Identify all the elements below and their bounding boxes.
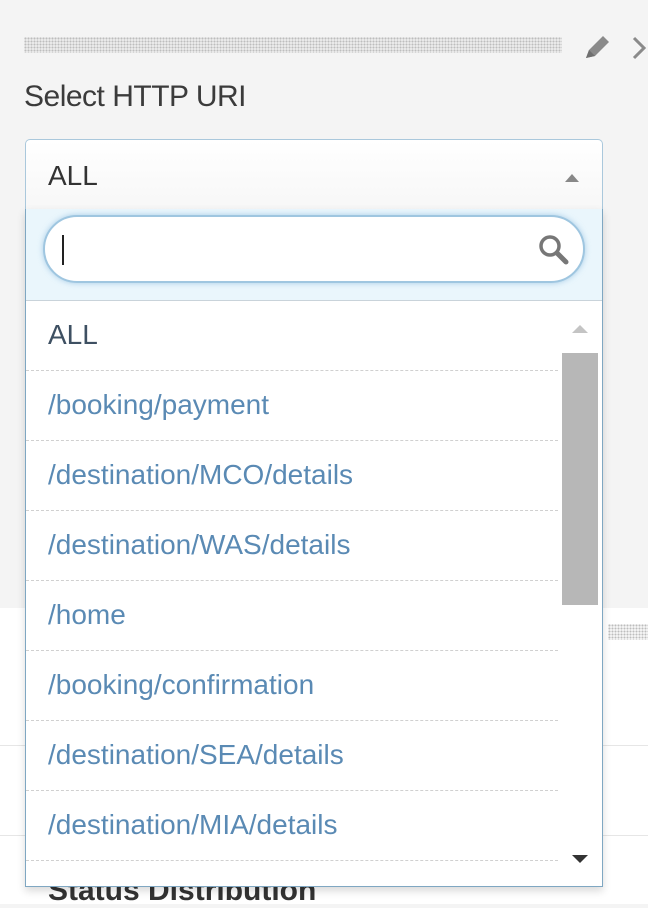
option-destination-was-details[interactable]: /destination/WAS/details bbox=[26, 511, 558, 581]
select-dropdown: ALL /booking/payment /destination/MCO/de… bbox=[25, 209, 603, 887]
scroll-down-icon[interactable] bbox=[572, 855, 588, 863]
scrollbar-thumb[interactable] bbox=[562, 353, 598, 605]
option-destination-mia-details[interactable]: /destination/MIA/details bbox=[26, 791, 558, 861]
option-all[interactable]: ALL bbox=[26, 301, 558, 371]
background-panel-drag-handle[interactable] bbox=[608, 624, 648, 640]
search-input[interactable] bbox=[43, 215, 585, 283]
scroll-up-icon[interactable] bbox=[572, 325, 588, 333]
caret-up-icon[interactable] bbox=[565, 174, 579, 182]
scrollbar[interactable] bbox=[558, 301, 602, 886]
option-destination-mco-details[interactable]: /destination/MCO/details bbox=[26, 441, 558, 511]
options-list: ALL /booking/payment /destination/MCO/de… bbox=[26, 301, 558, 861]
pencil-icon[interactable] bbox=[580, 32, 614, 64]
select-label: Select HTTP URI bbox=[24, 80, 247, 113]
text-cursor bbox=[62, 235, 64, 265]
option-booking-payment[interactable]: /booking/payment bbox=[26, 371, 558, 441]
select-current-value: ALL bbox=[48, 160, 98, 191]
dropdown-search-area bbox=[26, 209, 602, 301]
option-destination-sea-details[interactable]: /destination/SEA/details bbox=[26, 721, 558, 791]
panel-drag-handle[interactable] bbox=[24, 37, 562, 53]
http-uri-select[interactable]: ALL bbox=[25, 139, 603, 209]
option-booking-confirmation[interactable]: /booking/confirmation bbox=[26, 651, 558, 721]
search-icon[interactable] bbox=[535, 231, 573, 269]
chevron-right-icon[interactable] bbox=[626, 32, 648, 64]
option-home[interactable]: /home bbox=[26, 581, 558, 651]
